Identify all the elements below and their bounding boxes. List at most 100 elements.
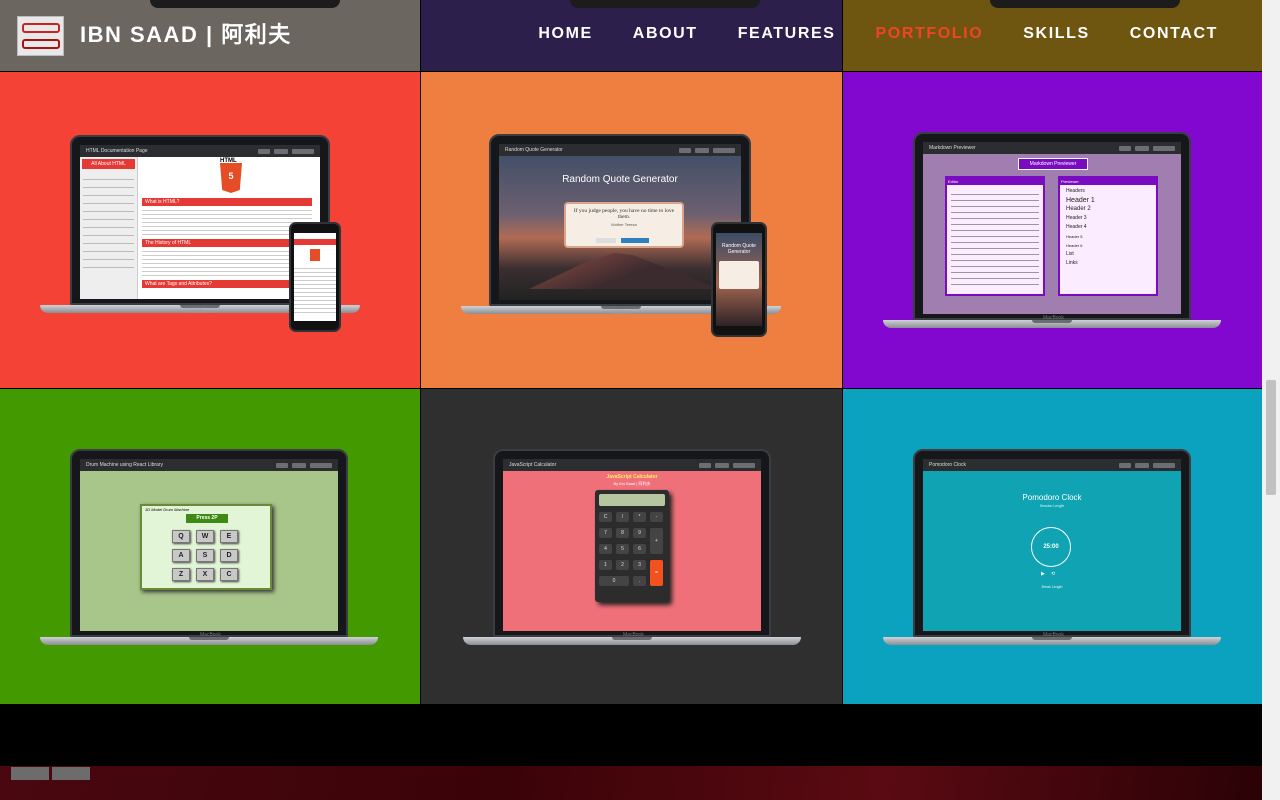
drum-pad[interactable]: D (220, 549, 238, 562)
nav-about[interactable]: ABOUT (633, 25, 698, 43)
portfolio-tile-markdown-previewer[interactable]: Markdown Previewer Markdown Previewer Ed… (843, 72, 1262, 388)
calc-keys: C / * - 7 8 9 + 4 5 6 1 2 3 = 0 . (599, 512, 663, 586)
phone-mockup: Random Quote Generator (711, 222, 767, 337)
md-preview-label: Previewer (1060, 178, 1156, 185)
session-length-label: Session Length (1039, 504, 1065, 508)
calc-key[interactable]: 6 (633, 544, 646, 554)
screen-title: Random Quote Generator (505, 147, 563, 153)
calc-key[interactable]: . (633, 576, 646, 586)
doc-sidebar-heading: All About HTML (82, 159, 135, 169)
calc-key[interactable]: 7 (599, 528, 612, 538)
laptop-lid: Drum Machine using React Library 3D Mode… (70, 449, 348, 637)
codepen-bar: Pomodoro Clock (923, 459, 1181, 471)
laptop-lid: Pomodoro Clock Pomodoro Clock Session Le… (913, 449, 1191, 637)
drum-pad[interactable]: Q (172, 530, 190, 543)
calc-key[interactable]: 1 (599, 560, 612, 570)
md-preview-line: Header 3 (1066, 215, 1087, 221)
laptop-mockup: JavaScript Calculator JavaScript Calcula… (463, 449, 803, 649)
screen-title: Pomodoro Clock (929, 462, 966, 468)
portfolio-tile-drum-machine[interactable]: Drum Machine using React Library 3D Mode… (0, 389, 420, 704)
quote-author: Mother Teresa (611, 222, 637, 227)
md-preview-line: Header 6 (1066, 243, 1083, 248)
glasses-icon (22, 39, 60, 49)
laptop-brand: MacBook (1043, 632, 1064, 638)
html5-icon: 5 (220, 163, 242, 193)
portfolio-tile-html-docs[interactable]: HTML Documentation Page All About HTML 5… (0, 72, 420, 388)
drum-pad[interactable]: Z (172, 568, 190, 581)
pomodoro-heading: Pomodoro Clock (1022, 493, 1082, 502)
codepen-bar: Drum Machine using React Library (80, 459, 338, 471)
nav-skills[interactable]: SKILLS (1023, 25, 1090, 43)
calc-key[interactable]: - (650, 512, 663, 522)
calc-heading: JavaScript Calculator (606, 474, 658, 480)
laptop-notch (180, 305, 220, 308)
footer-button[interactable] (52, 767, 90, 780)
portfolio-tile-pomodoro[interactable]: Pomodoro Clock Pomodoro Clock Session Le… (843, 389, 1262, 704)
md-preview-line: Header 4 (1066, 224, 1087, 230)
doc-section-heading: What is HTML? (142, 198, 312, 206)
doc-section-heading: What are Tags and Attributes? (142, 280, 312, 288)
footer-button[interactable] (11, 767, 49, 780)
laptop-screen: Random Quote Generator Random Quote Gene… (499, 144, 741, 300)
calc-key[interactable]: / (616, 512, 629, 522)
md-preview-line: Header 1 (1066, 197, 1095, 204)
reset-icon[interactable]: ⟲ (1051, 571, 1055, 577)
site-header: IBN SAAD | 阿利夫 HOME ABOUT FEATURES PORTF… (0, 0, 1262, 70)
break-length-label: Break Length (1041, 585, 1063, 589)
drum-pad[interactable]: A (172, 549, 190, 562)
nav-contact[interactable]: CONTACT (1130, 25, 1218, 43)
calc-key[interactable]: C (599, 512, 612, 522)
drum-heading: 3D Model Drum Machine (145, 507, 190, 512)
md-editor-pane: Editor (945, 176, 1045, 296)
calc-key[interactable]: * (633, 512, 646, 522)
nav-home[interactable]: HOME (538, 25, 592, 43)
mountain-image (529, 253, 719, 289)
calc-key-equals[interactable]: = (650, 560, 663, 586)
screen-title: Markdown Previewer (929, 145, 976, 151)
laptop-screen: HTML Documentation Page All About HTML 5… (80, 145, 320, 299)
calc-key[interactable]: 0 (599, 576, 629, 586)
laptop-lid: JavaScript Calculator JavaScript Calcula… (493, 449, 771, 637)
site-logo[interactable] (17, 16, 64, 56)
phone-quote-heading: Random Quote Generator (722, 243, 756, 255)
quote-heading: Random Quote Generator (562, 174, 678, 185)
calc-key[interactable]: 2 (616, 560, 629, 570)
phone-mockup (289, 222, 341, 332)
phone-screen (294, 233, 336, 321)
codepen-bar: Random Quote Generator (499, 144, 741, 156)
calc-display (599, 494, 665, 506)
drum-pad[interactable]: C (220, 568, 238, 581)
portfolio-tile-calculator[interactable]: JavaScript Calculator JavaScript Calcula… (421, 389, 842, 704)
drum-pad[interactable]: X (196, 568, 214, 581)
md-preview-line: Header 5 (1066, 234, 1083, 239)
drum-pad[interactable]: S (196, 549, 214, 562)
drum-pad[interactable]: E (220, 530, 238, 543)
screen-title: JavaScript Calculator (509, 462, 557, 468)
scrollbar-thumb[interactable] (1266, 380, 1276, 495)
calc-key[interactable]: 4 (599, 544, 612, 554)
html-badge: HTML (220, 158, 237, 164)
calc-subtitle: By Ibn Saad | 阿利夫 (613, 481, 651, 486)
site-title[interactable]: IBN SAAD | 阿利夫 (80, 17, 292, 49)
page-scrollbar[interactable] (1262, 0, 1280, 800)
nav-features[interactable]: FEATURES (738, 25, 836, 43)
doc-paragraph (142, 248, 312, 278)
quote-card: If you judge people, you have no time to… (564, 202, 684, 248)
calc-key[interactable]: 3 (633, 560, 646, 570)
nav-portfolio[interactable]: PORTFOLIO (876, 25, 984, 43)
laptop-screen: Markdown Previewer Markdown Previewer Ed… (923, 142, 1181, 314)
laptop-lid: Markdown Previewer Markdown Previewer Ed… (913, 132, 1191, 320)
md-heading: Markdown Previewer (1018, 158, 1088, 170)
portfolio-page: IBN SAAD | 阿利夫 HOME ABOUT FEATURES PORTF… (0, 0, 1280, 800)
md-preview-line: Header 2 (1066, 206, 1091, 212)
screen-title: Drum Machine using React Library (86, 462, 163, 468)
calc-key[interactable]: + (650, 528, 663, 554)
portfolio-tile-random-quote[interactable]: Random Quote Generator Random Quote Gene… (421, 72, 842, 388)
drum-pad[interactable]: W (196, 530, 214, 543)
play-icon[interactable]: ▶ (1041, 571, 1045, 577)
calc-key[interactable]: 8 (616, 528, 629, 538)
calc-key[interactable]: 5 (616, 544, 629, 554)
md-preview-line: Headers (1066, 188, 1085, 194)
calc-key[interactable]: 9 (633, 528, 646, 538)
laptop-brand: MacBook (1043, 315, 1064, 321)
